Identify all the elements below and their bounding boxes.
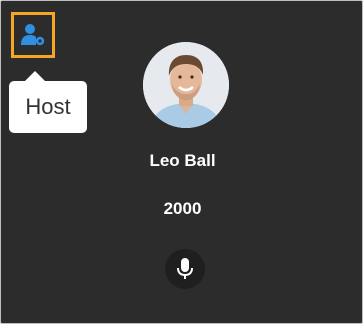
participant-name: Leo Ball xyxy=(149,151,216,170)
host-role-button[interactable] xyxy=(11,12,55,58)
tooltip-arrow xyxy=(25,71,45,81)
tooltip-text: Host xyxy=(25,94,71,119)
microphone-button[interactable] xyxy=(165,249,205,289)
host-user-icon xyxy=(21,24,45,46)
host-tooltip: Host xyxy=(9,81,87,133)
microphone-icon xyxy=(177,258,193,279)
participant-tile: Host Leo Ball 2000 xyxy=(0,0,363,324)
participant-extension: 2000 xyxy=(163,199,202,218)
avatar xyxy=(143,42,229,128)
